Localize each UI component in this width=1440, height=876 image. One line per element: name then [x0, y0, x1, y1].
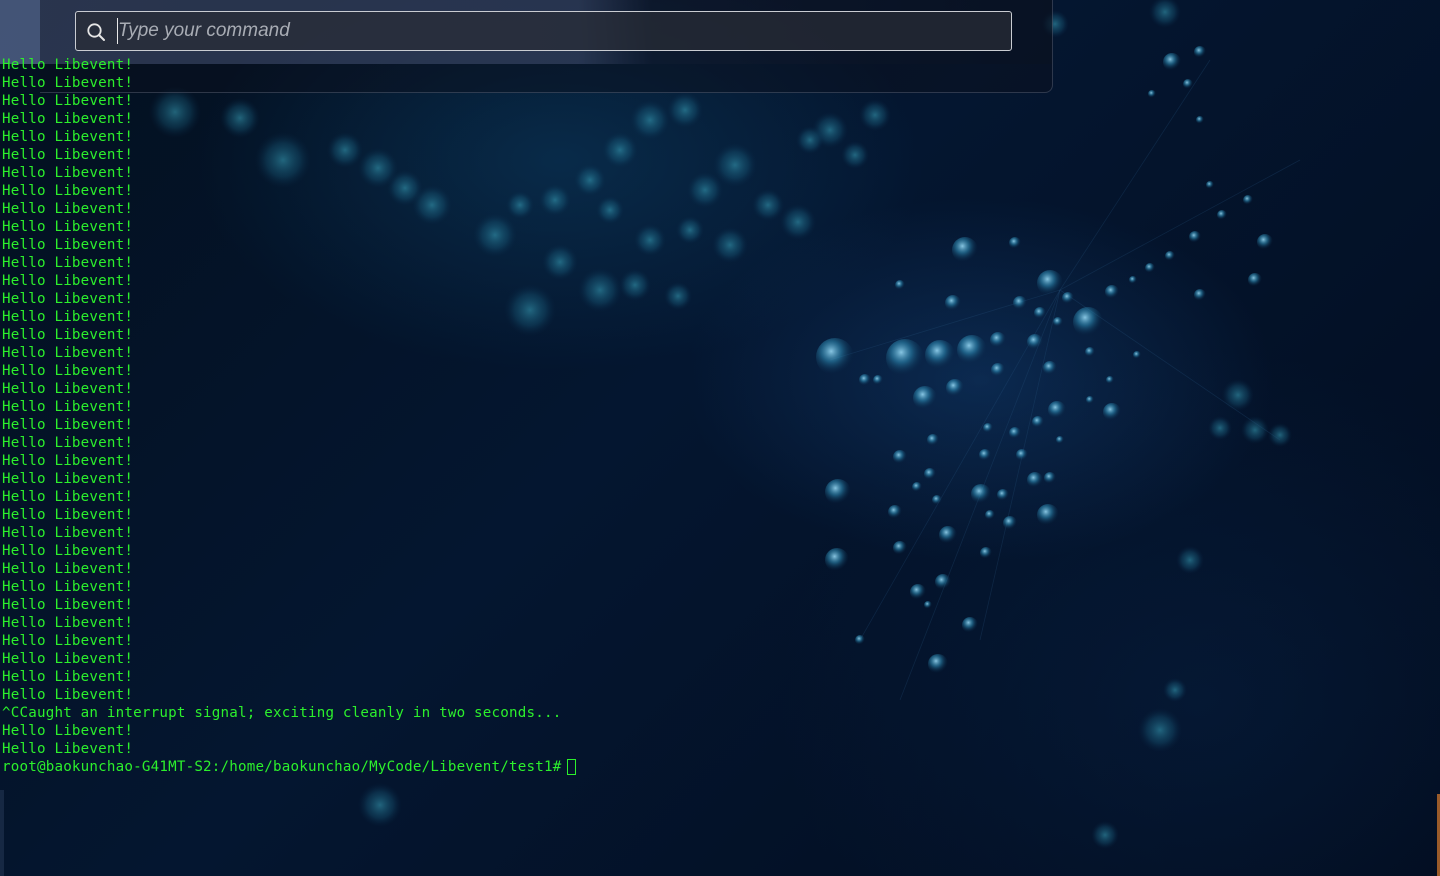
terminal-line: Hello Libevent! [2, 741, 134, 757]
terminal-line: Hello Libevent! [2, 255, 134, 271]
terminal-line: Hello Libevent! [2, 543, 134, 559]
terminal-line: ^CCaught an interrupt signal; exciting c… [2, 705, 562, 721]
terminal-line: Hello Libevent! [2, 561, 134, 577]
terminal-line: Hello Libevent! [2, 723, 134, 739]
terminal-line: Hello Libevent! [2, 435, 134, 451]
terminal-line: Hello Libevent! [2, 345, 134, 361]
window-edge-left [0, 790, 4, 876]
terminal-line: Hello Libevent! [2, 273, 134, 289]
terminal-line: Hello Libevent! [2, 57, 134, 73]
terminal-line: Hello Libevent! [2, 111, 134, 127]
terminal-line: Hello Libevent! [2, 453, 134, 469]
terminal-line: Hello Libevent! [2, 219, 134, 235]
terminal-line: Hello Libevent! [2, 471, 134, 487]
shell-prompt: root@baokunchao-G41MT-S2:/home/baokuncha… [2, 759, 562, 775]
terminal-line: Hello Libevent! [2, 129, 134, 145]
terminal-line: Hello Libevent! [2, 93, 134, 109]
terminal-line: Hello Libevent! [2, 525, 134, 541]
search-icon [87, 23, 105, 41]
terminal-line: Hello Libevent! [2, 507, 134, 523]
terminal-line: Hello Libevent! [2, 579, 134, 595]
terminal-line: Hello Libevent! [2, 327, 134, 343]
terminal-line: Hello Libevent! [2, 399, 134, 415]
terminal-line: Hello Libevent! [2, 183, 134, 199]
terminal-line: Hello Libevent! [2, 633, 134, 649]
terminal-cursor [567, 759, 577, 775]
terminal-line: Hello Libevent! [2, 309, 134, 325]
terminal-line: Hello Libevent! [2, 417, 134, 433]
terminal-line: Hello Libevent! [2, 147, 134, 163]
terminal-line: Hello Libevent! [2, 165, 134, 181]
terminal-line: Hello Libevent! [2, 615, 134, 631]
desktop: Hello Libevent! Hello Libevent! Hello Libe… [0, 0, 1440, 876]
terminal-output[interactable]: Hello Libevent! Hello Libevent! Hello Libe… [2, 56, 1202, 776]
terminal-line: Hello Libevent! [2, 291, 134, 307]
terminal-line: Hello Libevent! [2, 381, 134, 397]
terminal-line: Hello Libevent! [2, 363, 134, 379]
terminal-line: Hello Libevent! [2, 597, 134, 613]
terminal-line: Hello Libevent! [2, 687, 134, 703]
terminal-line: Hello Libevent! [2, 489, 134, 505]
text-caret [117, 18, 118, 44]
search-input[interactable] [118, 16, 998, 46]
terminal-line: Hello Libevent! [2, 669, 134, 685]
terminal-line: Hello Libevent! [2, 201, 134, 217]
terminal-line: Hello Libevent! [2, 651, 134, 667]
terminal-line: Hello Libevent! [2, 237, 134, 253]
dash-search-box[interactable] [75, 11, 1012, 51]
terminal-line: Hello Libevent! [2, 75, 134, 91]
terminal-prompt-line[interactable]: root@baokunchao-G41MT-S2:/home/baokuncha… [2, 758, 1202, 776]
